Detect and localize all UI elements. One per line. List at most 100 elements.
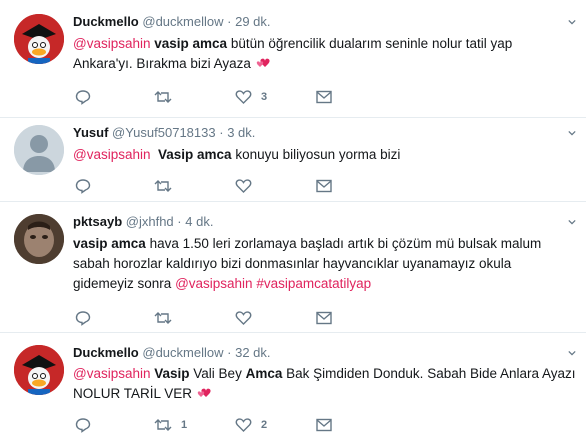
tweet-text: @vasipsahin Vasip amca konuyu biliyosun …: [73, 145, 578, 165]
bold-text: vasip amca: [154, 36, 228, 51]
separator-dot: ·: [219, 125, 224, 140]
hashtag-link[interactable]: #vasipamcatatilyap: [256, 276, 371, 291]
tweet-actions: [73, 176, 353, 196]
reply-button[interactable]: [75, 176, 100, 196]
tweet-item[interactable]: Duckmello @duckmellow · 32 dk. @vasipsah…: [0, 333, 586, 442]
tweet-header: Yusuf @Yusuf50718133 · 3 dk.: [73, 125, 255, 140]
separator-dot: ·: [177, 214, 182, 229]
bold-text: Amca: [245, 366, 283, 381]
bold-text: Vasip: [154, 366, 190, 381]
direct-message-button[interactable]: [316, 176, 332, 196]
retweet-button[interactable]: [154, 176, 181, 196]
tweet-header: Duckmello @duckmellow · 29 dk.: [73, 14, 271, 29]
tweet-item[interactable]: Duckmello @duckmellow · 29 dk. @vasipsah…: [0, 0, 586, 118]
retweet-icon: [154, 312, 172, 324]
chevron-down-icon[interactable]: [568, 129, 576, 137]
text-segment: gidemeyiz sonra: [73, 276, 176, 291]
mention-link[interactable]: @vasipsahin: [73, 147, 151, 162]
username[interactable]: @jxhfhd: [126, 214, 174, 229]
like-count: 2: [261, 419, 268, 431]
mention-link[interactable]: @vasipsahin: [175, 276, 253, 291]
text-segment: Ankara'yı. Bırakma bizi Ayaza: [73, 56, 251, 71]
reply-button[interactable]: [75, 308, 100, 328]
username[interactable]: @duckmellow: [142, 14, 223, 29]
reply-icon: [75, 179, 91, 194]
direct-message-button[interactable]: [316, 87, 332, 107]
reply-icon: [75, 418, 91, 433]
direct-message-button[interactable]: [316, 415, 332, 435]
username[interactable]: @duckmellow: [142, 345, 223, 360]
duck-avatar-icon: [14, 345, 64, 395]
envelope-icon: [316, 311, 332, 325]
text-segment: sabah horozlar kaldırıyo bizi donmasınla…: [73, 256, 512, 271]
timestamp[interactable]: 3 dk.: [227, 125, 255, 140]
direct-message-button[interactable]: [316, 308, 332, 328]
tweet-text: @vasipsahin vasip amca bütün öğrencilik …: [73, 34, 578, 74]
like-button[interactable]: 3: [235, 87, 267, 107]
chevron-down-icon[interactable]: [568, 218, 576, 226]
heart-icon: [235, 179, 252, 193]
heart-icon: [235, 90, 252, 104]
retweet-button[interactable]: 1: [154, 415, 187, 435]
retweet-icon: [154, 91, 172, 103]
retweet-button[interactable]: [154, 308, 181, 328]
text-segment: NOLUR TARİL VER: [73, 386, 193, 401]
tweet-header: pktsayb @jxhfhd · 4 dk.: [73, 214, 213, 229]
two-hearts-icon: [256, 59, 270, 68]
heart-icon: [235, 418, 252, 432]
envelope-icon: [316, 90, 332, 104]
text-segment: Bak Şimdiden Donduk. Sabah Bide Anlara A…: [282, 366, 576, 381]
like-button[interactable]: 2: [235, 415, 267, 435]
retweet-count: 1: [181, 419, 188, 431]
text-segment: Vali Bey: [189, 366, 246, 381]
reply-button[interactable]: [75, 87, 100, 107]
envelope-icon: [316, 179, 332, 193]
like-count: 3: [261, 91, 268, 103]
display-name[interactable]: pktsayb: [73, 214, 122, 229]
avatar[interactable]: [14, 125, 64, 175]
envelope-icon: [316, 418, 332, 432]
chevron-down-icon[interactable]: [568, 18, 576, 26]
retweet-icon: [154, 180, 172, 192]
reply-icon: [75, 90, 91, 105]
separator-dot: ·: [227, 14, 232, 29]
mention-link[interactable]: @vasipsahin: [73, 36, 151, 51]
text-segment: konuyu biliyosun yorma bizi: [231, 147, 401, 162]
tweet-item[interactable]: Yusuf @Yusuf50718133 · 3 dk. @vasipsahin…: [0, 118, 586, 202]
separator-dot: ·: [227, 345, 232, 360]
tweet-text: @vasipsahin Vasip Vali Bey Amca Bak Şimd…: [73, 364, 578, 404]
tweet-text: vasip amca hava 1.50 leri zorlamaya başl…: [73, 234, 578, 294]
bold-text: Vasip amca: [158, 147, 232, 162]
tweet-header: Duckmello @duckmellow · 32 dk.: [73, 345, 271, 360]
bold-text: vasip amca: [73, 236, 146, 251]
reply-icon: [75, 311, 91, 326]
mention-link[interactable]: @vasipsahin: [73, 366, 151, 381]
text-segment: hava 1.50 leri zorlamaya başladı artık b…: [145, 236, 542, 251]
heart-icon: [235, 311, 252, 325]
display-name[interactable]: Yusuf: [73, 125, 108, 140]
username[interactable]: @Yusuf50718133: [112, 125, 216, 140]
chevron-down-icon[interactable]: [568, 349, 576, 357]
default-profile-icon: [14, 125, 64, 175]
like-button[interactable]: [235, 176, 261, 196]
display-name[interactable]: Duckmello: [73, 14, 139, 29]
tweet-feed: Duckmello @duckmellow · 29 dk. @vasipsah…: [0, 0, 586, 442]
timestamp[interactable]: 29 dk.: [235, 14, 270, 29]
tweet-actions: 1 2: [73, 415, 353, 435]
two-hearts-icon: [197, 389, 211, 398]
timestamp[interactable]: 4 dk.: [185, 214, 213, 229]
profile-photo-icon: [14, 214, 64, 264]
reply-button[interactable]: [75, 415, 100, 435]
tweet-actions: 3: [73, 87, 353, 107]
tweet-item[interactable]: pktsayb @jxhfhd · 4 dk. vasip amca hava …: [0, 202, 586, 333]
avatar[interactable]: [14, 345, 64, 395]
tweet-actions: [73, 308, 353, 328]
retweet-button[interactable]: [154, 87, 181, 107]
like-button[interactable]: [235, 308, 261, 328]
duck-avatar-icon: [14, 14, 64, 64]
display-name[interactable]: Duckmello: [73, 345, 139, 360]
timestamp[interactable]: 32 dk.: [235, 345, 270, 360]
retweet-icon: [154, 419, 172, 431]
avatar[interactable]: [14, 14, 64, 64]
avatar[interactable]: [14, 214, 64, 264]
